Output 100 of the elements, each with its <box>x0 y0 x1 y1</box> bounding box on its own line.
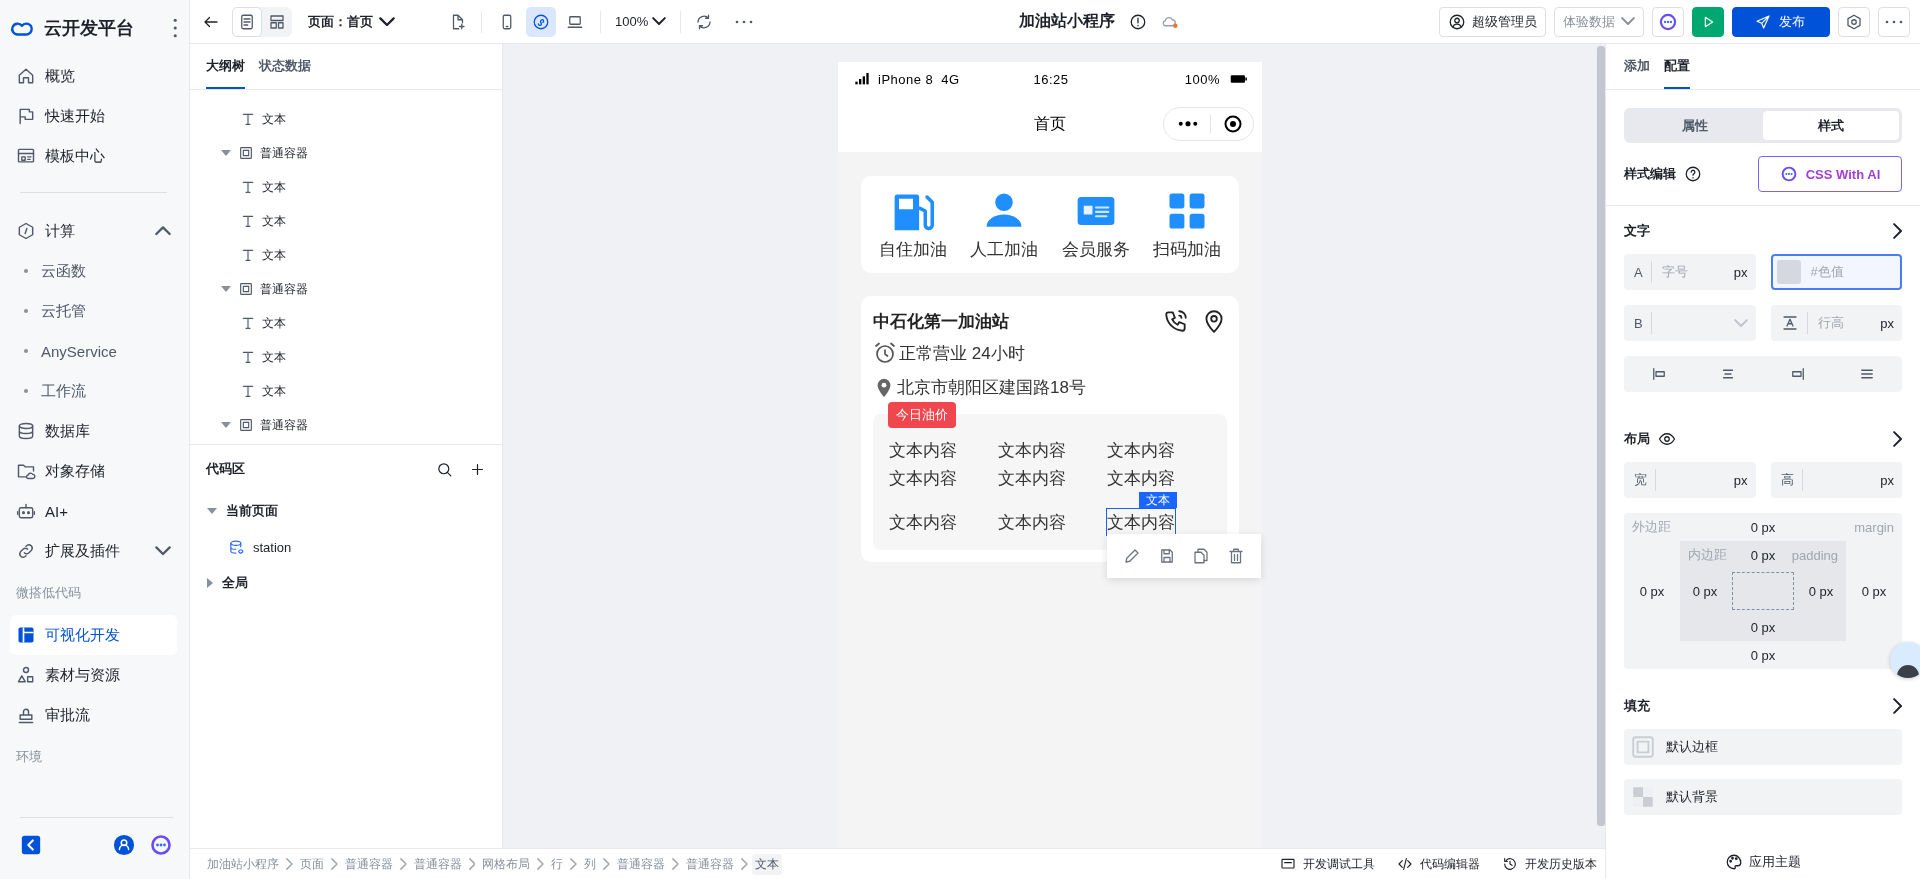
mode-tab[interactable]: 属性 <box>1627 111 1763 140</box>
tree-node[interactable]: 文本 <box>190 238 502 272</box>
width-field[interactable]: 宽 px <box>1624 462 1756 498</box>
grid-text[interactable]: 文本内容 <box>888 436 958 464</box>
tree-node[interactable]: 普通容器 <box>190 272 502 306</box>
nav-item[interactable]: 可视化开发 <box>10 615 177 655</box>
eye-icon[interactable] <box>1658 430 1676 448</box>
code-group[interactable]: 全局 <box>190 565 502 601</box>
grid-text[interactable]: 文本内容 <box>997 508 1067 536</box>
breadcrumb-link[interactable]: 普通容器 <box>613 853 668 875</box>
nav-item[interactable]: 快速开始 <box>10 96 177 136</box>
phone-icon[interactable] <box>1163 308 1189 334</box>
nav-item[interactable]: 审批流 <box>10 695 177 735</box>
css-ai-button[interactable]: CSS With AI <box>1758 156 1902 192</box>
box-value[interactable]: 0 px <box>1750 519 1776 535</box>
nav-item[interactable]: 概览 <box>10 56 177 96</box>
code-group[interactable]: 当前页面 <box>190 493 502 529</box>
caret-icon[interactable] <box>220 285 232 293</box>
panel-tab[interactable]: 状态数据 <box>259 44 311 89</box>
service-item[interactable]: 扫码加油 <box>1141 190 1233 261</box>
line-height-field[interactable]: 行高 px <box>1770 305 1902 341</box>
fill-option[interactable]: 默认边框 <box>1624 729 1902 765</box>
delete-icon[interactable] <box>1226 547 1245 565</box>
tool-link[interactable]: 开发历史版本 <box>1502 855 1597 873</box>
tree-node[interactable]: 文本 <box>190 306 502 340</box>
ai-assistant-button[interactable] <box>1652 6 1684 37</box>
breadcrumb-link[interactable]: 普通容器 <box>682 853 737 875</box>
assistant-avatar-icon[interactable] <box>1890 642 1920 678</box>
panel-tab[interactable]: 配置 <box>1664 44 1690 89</box>
breadcrumb-link[interactable]: 页面 <box>296 853 327 875</box>
device-toggle[interactable] <box>526 6 556 37</box>
publish-button[interactable]: 发布 <box>1732 6 1830 37</box>
breadcrumb-link[interactable]: 文本 <box>751 853 782 875</box>
box-value[interactable]: 0 px <box>1846 541 1902 641</box>
help-icon[interactable] <box>1684 165 1702 183</box>
mode-tab[interactable]: 样式 <box>1763 111 1899 140</box>
grid-text[interactable]: 文本内容 <box>888 508 958 536</box>
tree-node[interactable]: 文本 <box>190 340 502 374</box>
run-button[interactable] <box>1692 6 1724 37</box>
nav-subitem[interactable]: 工作流 <box>10 371 177 411</box>
nav-item[interactable]: 数据库 <box>10 411 177 451</box>
more-icon[interactable] <box>172 18 177 38</box>
business-hours: 正常营业 24小时 <box>899 342 1025 365</box>
assistant-icon[interactable] <box>149 832 173 857</box>
settings-button[interactable] <box>1838 6 1870 37</box>
nav-item[interactable]: 模板中心 <box>10 136 177 176</box>
caret-icon[interactable] <box>220 421 232 429</box>
grid-text[interactable]: 文本内容 <box>1106 464 1176 492</box>
panel-tab[interactable]: 添加 <box>1624 44 1650 89</box>
box-value[interactable]: 0 px <box>1750 647 1776 663</box>
font-size-field[interactable]: A 字号 px <box>1624 254 1756 290</box>
caret-icon[interactable] <box>220 149 232 157</box>
tree-node[interactable]: 普通容器 <box>190 408 502 442</box>
info-icon[interactable] <box>1129 12 1148 31</box>
refresh-icon <box>695 12 714 31</box>
user-icon[interactable] <box>113 833 135 856</box>
panel-tab[interactable]: 大纲树 <box>206 44 245 89</box>
box-value[interactable]: 0 px <box>1624 541 1680 641</box>
service-item[interactable]: 自住加油 <box>867 190 959 261</box>
tool-link[interactable]: 代码编辑器 <box>1397 855 1480 873</box>
search-icon[interactable] <box>436 460 453 478</box>
nav-item[interactable]: 素材与资源 <box>10 655 177 695</box>
height-field[interactable]: 高 px <box>1770 462 1902 498</box>
collapse-icon[interactable] <box>20 833 42 856</box>
tree-node[interactable]: 文本 <box>190 102 502 136</box>
grid-text[interactable]: 文本内容 <box>997 436 1067 464</box>
grid-text[interactable]: 文本内容 <box>1106 436 1176 464</box>
nav-item[interactable]: 对象存储 <box>10 451 177 491</box>
copy-icon[interactable] <box>1192 547 1211 565</box>
breadcrumb-link[interactable]: 普通容器 <box>410 853 465 875</box>
chevron-icon[interactable] <box>1892 698 1902 714</box>
page-selector[interactable]: 页面：首页 <box>308 12 395 31</box>
code-item[interactable]: station <box>190 529 502 565</box>
tree-node[interactable]: 文本 <box>190 204 502 238</box>
view-toggle[interactable] <box>232 6 262 37</box>
service-item[interactable]: 会员服务 <box>1050 190 1142 261</box>
fill-option[interactable]: 默认背景 <box>1624 779 1902 815</box>
box-value[interactable]: 0 px <box>1796 569 1846 613</box>
chevron-icon[interactable] <box>1892 431 1902 447</box>
grid-text[interactable]: 文本内容 <box>997 464 1067 492</box>
tool-link[interactable]: 开发调试工具 <box>1280 855 1375 873</box>
zoom-selector[interactable]: 100% <box>615 14 667 29</box>
role-button[interactable]: 超级管理员 <box>1439 6 1546 37</box>
nav-item[interactable]: AI+ <box>10 491 177 531</box>
tree-node[interactable]: 文本 <box>190 374 502 408</box>
font-weight-select[interactable]: B <box>1624 305 1756 341</box>
chevron-icon[interactable] <box>1892 223 1902 239</box>
service-item[interactable]: 人工加油 <box>958 190 1050 261</box>
grid-text[interactable]: 文本内容 <box>888 464 958 492</box>
nav-item[interactable]: 计算 <box>10 211 177 251</box>
box-value[interactable]: 0 px <box>1680 569 1730 613</box>
breadcrumb-link[interactable]: 普通容器 <box>341 853 396 875</box>
nav-item[interactable]: 扩展及插件 <box>10 531 177 571</box>
nav-subitem[interactable]: 云函数 <box>10 251 177 291</box>
nav-subitem[interactable]: AnyService <box>10 331 177 371</box>
nav-subitem[interactable]: 云托管 <box>10 291 177 331</box>
tree-node[interactable]: 文本 <box>190 170 502 204</box>
box-value[interactable]: 0 px <box>1750 547 1776 563</box>
box-value[interactable]: 0 px <box>1750 619 1776 635</box>
tree-node[interactable]: 普通容器 <box>190 136 502 170</box>
